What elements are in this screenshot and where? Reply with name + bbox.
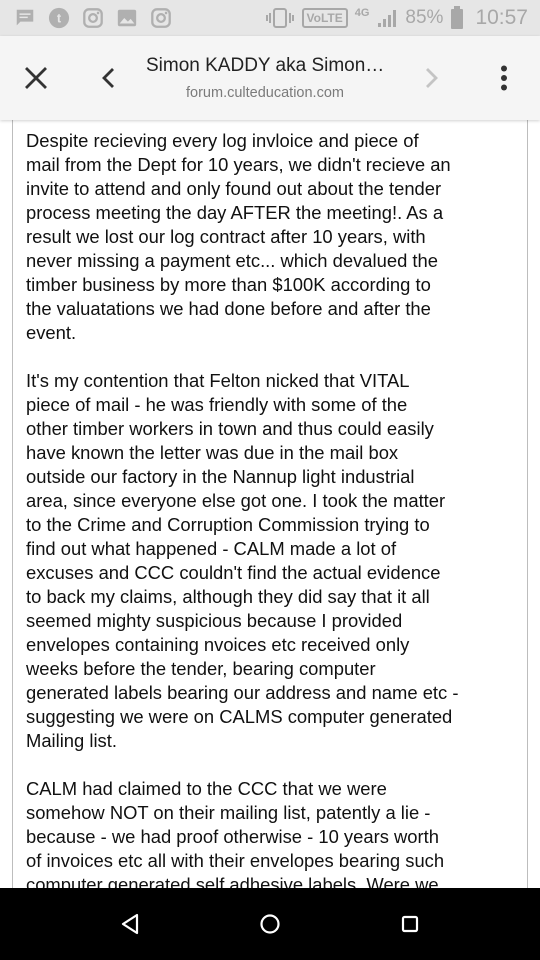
page-url: forum.culteducation.com [186, 85, 344, 101]
overflow-menu-icon [501, 65, 507, 91]
volte-indicator: VoLTE [301, 8, 348, 28]
back-button[interactable] [88, 56, 128, 100]
instagram-icon [151, 8, 171, 28]
status-bar: t VoLTE 4G 85% 10:57 [0, 0, 540, 36]
post-body: Despite recieving every log invloice and… [26, 129, 526, 888]
page-content[interactable]: Despite recieving every log invloice and… [0, 120, 540, 888]
nav-home-button[interactable] [248, 902, 292, 946]
notification-icons: t [14, 6, 172, 30]
nav-back-button[interactable] [108, 902, 152, 946]
battery-percent: 85% [405, 7, 444, 28]
post-paragraph: Despite recieving every log invloice and… [26, 130, 451, 343]
navigation-bar [0, 888, 540, 960]
nav-back-icon [121, 913, 139, 935]
instagram-icon [83, 8, 103, 28]
nav-home-icon [260, 914, 280, 934]
tumblr-icon: t [48, 7, 70, 29]
clock: 10:57 [475, 6, 528, 29]
close-button[interactable] [14, 56, 58, 100]
image-icon [117, 9, 137, 27]
network-type: 4G [354, 7, 370, 19]
page-title: Simon KADDY aka Simon… [146, 55, 385, 76]
chat-icon [16, 9, 34, 26]
vibrate-icon [265, 8, 294, 28]
post-paragraph: CALM had claimed to the CCC that we were… [26, 778, 445, 888]
custom-tab-toolbar: Simon KADDY aka Simon… forum.culteducati… [0, 36, 540, 120]
system-status: VoLTE 4G 85% 10:57 [265, 4, 528, 32]
forward-arrow-icon [426, 68, 438, 88]
close-icon [25, 67, 47, 89]
overflow-menu-button[interactable] [484, 56, 524, 100]
nav-recents-icon [401, 915, 419, 933]
nav-recents-button[interactable] [388, 902, 432, 946]
post-paragraph: It's my contention that Felton nicked th… [26, 370, 459, 751]
signal-icon [378, 10, 397, 27]
back-arrow-icon [102, 68, 114, 88]
forward-button[interactable] [412, 56, 452, 100]
svg-text:t: t [57, 11, 62, 26]
battery-icon [451, 6, 464, 29]
